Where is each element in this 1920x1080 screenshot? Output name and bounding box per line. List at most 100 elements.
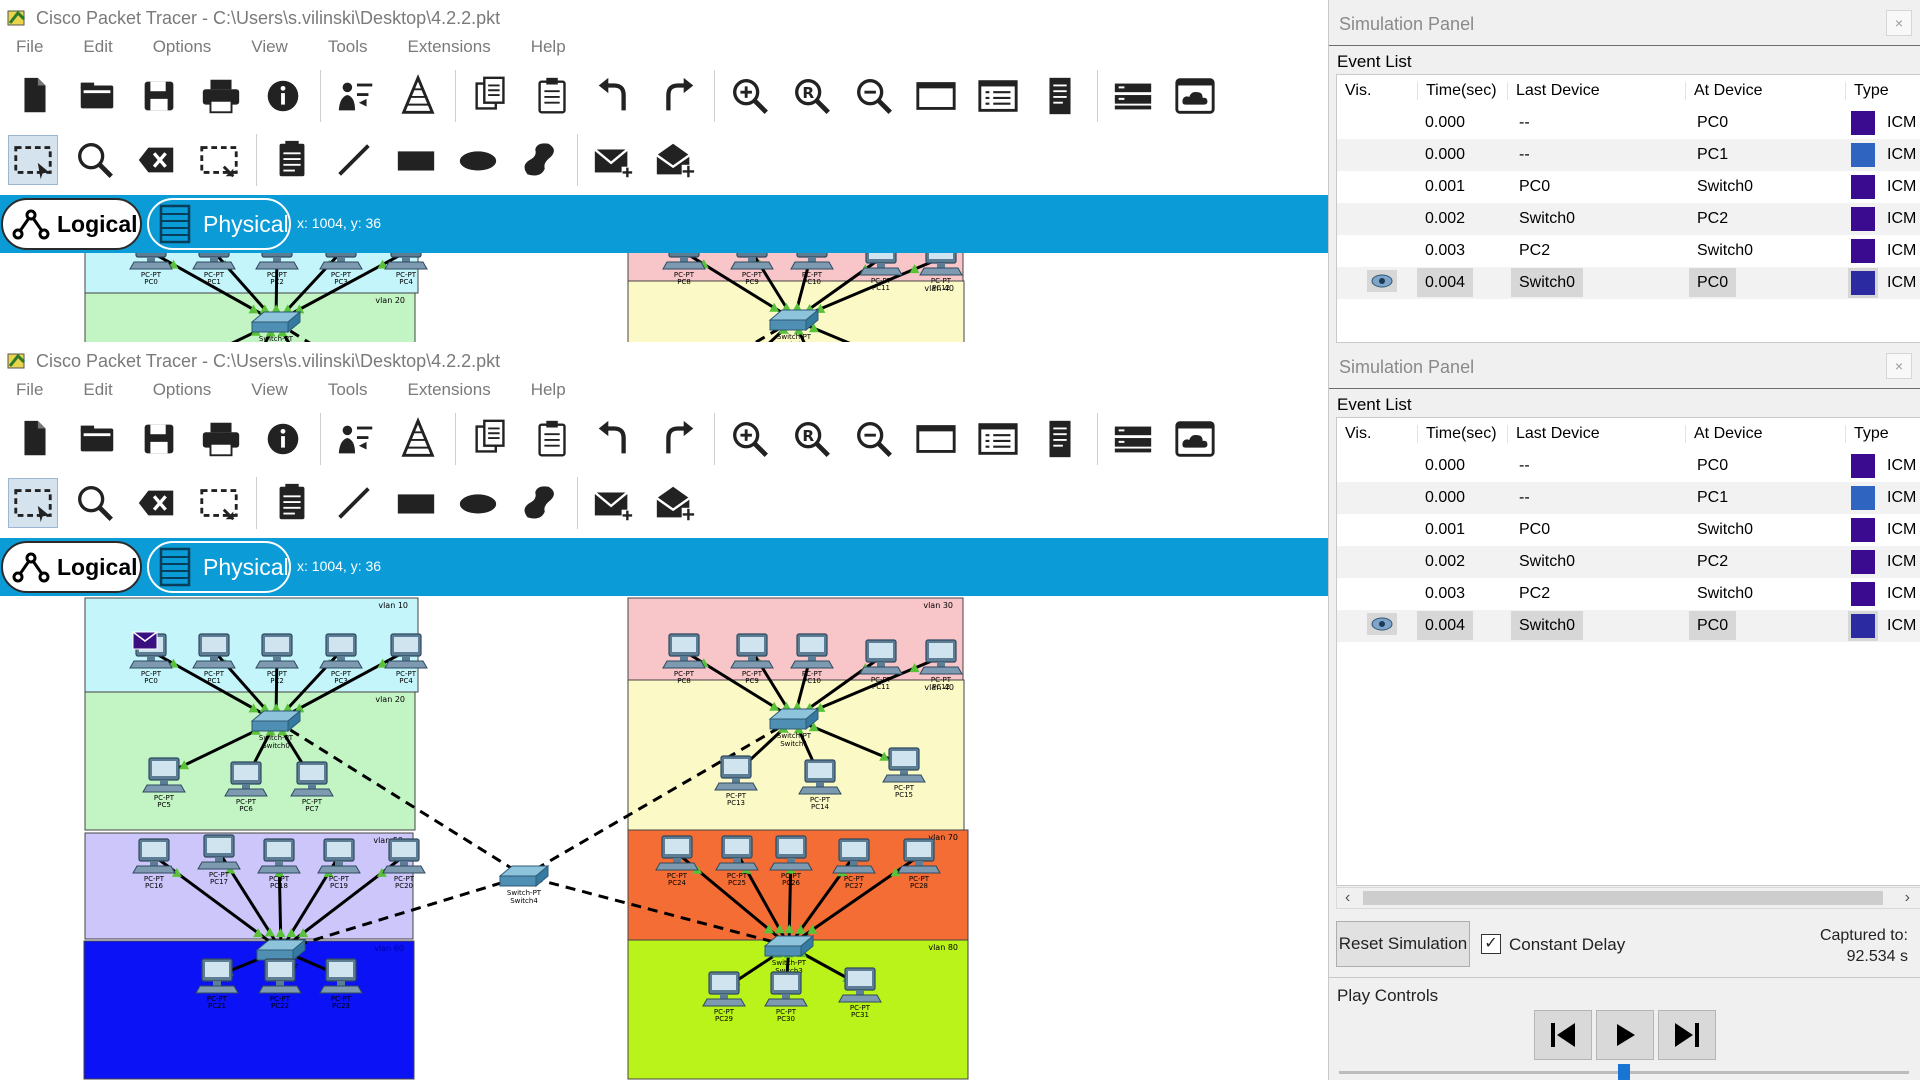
scroll-thumb[interactable] [1363, 891, 1883, 905]
column-header-type[interactable]: Type [1845, 425, 1920, 443]
undo-button[interactable] [590, 71, 640, 121]
place-note-tool[interactable] [267, 135, 317, 185]
event-row[interactable]: 0.000 -- PC1 ICM [1337, 482, 1920, 514]
event-row[interactable]: 0.003 PC2 Switch0 ICM [1337, 578, 1920, 610]
forward-button[interactable] [1658, 1010, 1716, 1060]
event-row[interactable]: 0.000 -- PC0 ICM [1337, 450, 1920, 482]
event-row[interactable]: 0.002 Switch0 PC2 ICM [1337, 203, 1920, 235]
add-simple-pdu-tool[interactable] [588, 478, 638, 528]
rectangle-tool[interactable] [391, 135, 441, 185]
zoom-in-button[interactable] [725, 414, 775, 464]
info-button[interactable] [258, 71, 308, 121]
column-header-last[interactable]: Last Device [1507, 82, 1685, 100]
redo-button[interactable] [652, 71, 702, 121]
add-complex-pdu-tool[interactable] [650, 478, 700, 528]
column-header-vis[interactable]: Vis. [1337, 82, 1417, 100]
info-button[interactable] [258, 414, 308, 464]
menu-edit[interactable]: Edit [83, 37, 112, 57]
logical-mode-button[interactable]: Logical [1, 198, 142, 250]
menu-tools[interactable]: Tools [328, 380, 368, 400]
freeform-tool[interactable] [515, 478, 565, 528]
inspect-tool[interactable] [70, 478, 120, 528]
event-row[interactable]: 0.004 Switch0 PC0 ICM [1337, 267, 1920, 299]
redo-button[interactable] [652, 414, 702, 464]
back-button[interactable] [1534, 1010, 1592, 1060]
rectangle-tool[interactable] [391, 478, 441, 528]
scroll-left-icon[interactable]: ‹ [1345, 889, 1350, 907]
add-simple-pdu-tool[interactable] [588, 135, 638, 185]
viewport-button[interactable] [1035, 71, 1085, 121]
select-tool[interactable] [8, 478, 58, 528]
scroll-right-icon[interactable]: › [1905, 889, 1910, 907]
event-row[interactable]: 0.000 -- PC0 ICM [1337, 107, 1920, 139]
activity-wizard-button[interactable] [331, 71, 381, 121]
reset-simulation-button[interactable]: Reset Simulation [1336, 921, 1470, 967]
add-complex-pdu-tool[interactable] [650, 135, 700, 185]
physical-mode-button[interactable]: Physical [147, 541, 291, 593]
zoom-out-button[interactable] [849, 71, 899, 121]
speed-slider-thumb[interactable] [1618, 1064, 1630, 1080]
resize-tool[interactable] [194, 478, 244, 528]
draw-line-tool[interactable] [329, 135, 379, 185]
close-icon[interactable]: × [1886, 10, 1912, 36]
menu-file[interactable]: File [16, 37, 43, 57]
column-header-type[interactable]: Type [1845, 82, 1920, 100]
menu-options[interactable]: Options [153, 380, 212, 400]
paste-button[interactable] [528, 414, 578, 464]
column-header-last[interactable]: Last Device [1507, 425, 1685, 443]
visibility-cell[interactable] [1337, 269, 1417, 297]
menu-help[interactable]: Help [531, 37, 566, 57]
event-list-hscrollbar[interactable]: ‹ › [1336, 887, 1920, 909]
select-tool[interactable] [8, 135, 58, 185]
custom-devices-button[interactable] [973, 71, 1023, 121]
open-folder-button[interactable] [72, 71, 122, 121]
drawing-palette-button[interactable] [911, 71, 961, 121]
column-header-time[interactable]: Time(sec) [1417, 425, 1507, 443]
menu-help[interactable]: Help [531, 380, 566, 400]
save-button[interactable] [134, 71, 184, 121]
print-button[interactable] [196, 71, 246, 121]
constant-delay-checkbox[interactable]: ✓ [1481, 934, 1501, 954]
event-row[interactable]: 0.003 PC2 Switch0 ICM [1337, 235, 1920, 267]
cloud-button[interactable] [1170, 71, 1220, 121]
network-info-button[interactable] [393, 414, 443, 464]
copy-button[interactable] [466, 71, 516, 121]
paste-button[interactable] [528, 71, 578, 121]
new-file-button[interactable] [10, 71, 60, 121]
delete-tool[interactable] [132, 478, 182, 528]
event-row[interactable]: 0.001 PC0 Switch0 ICM [1337, 171, 1920, 203]
close-icon[interactable]: × [1886, 353, 1912, 379]
menu-view[interactable]: View [251, 380, 288, 400]
freeform-tool[interactable] [515, 135, 565, 185]
menu-edit[interactable]: Edit [83, 380, 112, 400]
play-button[interactable] [1596, 1010, 1654, 1060]
zoom-in-button[interactable] [725, 71, 775, 121]
column-header-at[interactable]: At Device [1685, 425, 1845, 443]
ellipse-tool[interactable] [453, 478, 503, 528]
place-note-tool[interactable] [267, 478, 317, 528]
draw-line-tool[interactable] [329, 478, 379, 528]
workspace-canvas-top[interactable]: vlan 10vlan 20vlan 30vlan 40vlan 50vlan … [0, 253, 1328, 342]
save-button[interactable] [134, 414, 184, 464]
resize-tool[interactable] [194, 135, 244, 185]
menu-options[interactable]: Options [153, 37, 212, 57]
new-file-button[interactable] [10, 414, 60, 464]
pdu-list-button[interactable] [1108, 71, 1158, 121]
drawing-palette-button[interactable] [911, 414, 961, 464]
pdu-list-button[interactable] [1108, 414, 1158, 464]
physical-mode-button[interactable]: Physical [147, 198, 291, 250]
logical-mode-button[interactable]: Logical [1, 541, 142, 593]
zoom-reset-button[interactable]: R [787, 414, 837, 464]
workspace-canvas[interactable]: vlan 10 vlan 20 vlan 30 vlan 40 vlan 50 vlan … [0, 596, 1328, 1080]
event-row[interactable]: 0.000 -- PC1 ICM [1337, 139, 1920, 171]
menu-extensions[interactable]: Extensions [408, 37, 491, 57]
event-row[interactable]: 0.004 Switch0 PC0 ICM [1337, 610, 1920, 642]
open-folder-button[interactable] [72, 414, 122, 464]
visibility-cell[interactable] [1337, 612, 1417, 640]
event-row[interactable]: 0.001 PC0 Switch0 ICM [1337, 514, 1920, 546]
ellipse-tool[interactable] [453, 135, 503, 185]
inspect-tool[interactable] [70, 135, 120, 185]
menu-file[interactable]: File [16, 380, 43, 400]
activity-wizard-button[interactable] [331, 414, 381, 464]
undo-button[interactable] [590, 414, 640, 464]
